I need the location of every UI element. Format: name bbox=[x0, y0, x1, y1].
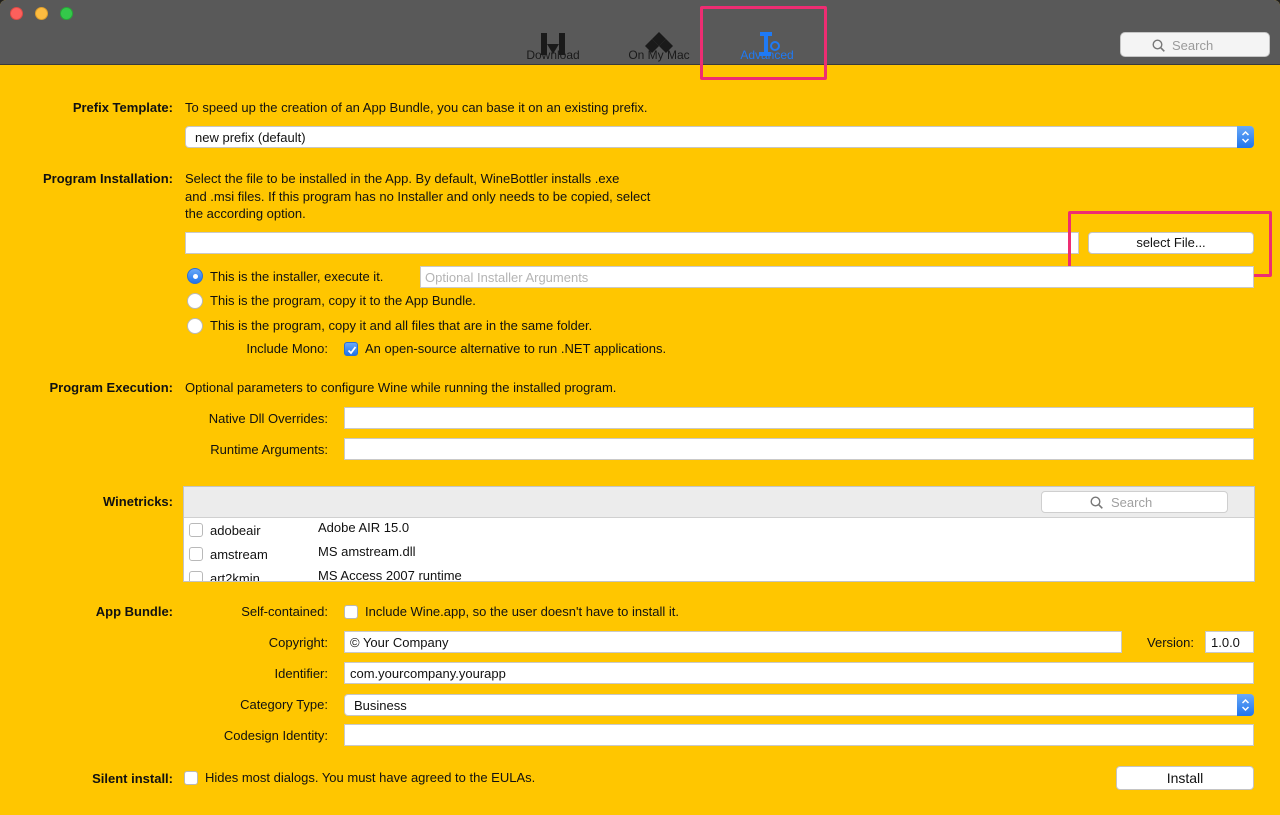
category-type-label: Category Type: bbox=[240, 697, 328, 712]
winetricks-table: Search adobeair Adobe AIR 15.0 amstream … bbox=[183, 486, 1255, 582]
winetricks-row-description: MS amstream.dll bbox=[318, 544, 416, 559]
self-contained-label: Self-contained: bbox=[241, 604, 328, 619]
winetricks-row-checkbox[interactable] bbox=[189, 523, 203, 537]
runtime-arguments-label: Runtime Arguments: bbox=[210, 442, 328, 457]
program-installation-description-line3: the according option. bbox=[185, 206, 306, 221]
winetricks-label: Winetricks: bbox=[103, 494, 173, 509]
dll-overrides-label: Native Dll Overrides: bbox=[208, 411, 328, 426]
winetricks-row[interactable]: art2kmin MS Access 2007 runtime bbox=[184, 567, 1254, 582]
version-field[interactable]: 1.0.0 bbox=[1205, 631, 1254, 653]
identifier-value: com.yourcompany.yourapp bbox=[350, 666, 506, 681]
winebottler-window: Download On My Mac Advanced Search Prefi… bbox=[0, 0, 1280, 815]
zoom-window-button[interactable] bbox=[60, 7, 73, 20]
toolbar: Download On My Mac Advanced Search bbox=[0, 0, 1280, 65]
winetricks-row-name: adobeair bbox=[210, 523, 261, 538]
toolbar-search-placeholder: Search bbox=[1172, 38, 1214, 53]
silent-install-label: Silent install: bbox=[92, 771, 173, 786]
copyright-field[interactable]: © Your Company bbox=[344, 631, 1122, 653]
search-icon bbox=[1090, 496, 1103, 509]
option-installer-label: This is the installer, execute it. bbox=[210, 269, 384, 284]
popup-arrows-icon bbox=[1237, 694, 1254, 716]
installer-file-path-field[interactable] bbox=[185, 232, 1079, 254]
include-mono-label: Include Mono: bbox=[246, 341, 328, 356]
option-copy-folder-label: This is the program, copy it and all fil… bbox=[210, 318, 593, 333]
identifier-field[interactable]: com.yourcompany.yourapp bbox=[344, 662, 1254, 684]
self-contained-checkbox[interactable] bbox=[344, 605, 358, 619]
copyright-label: Copyright: bbox=[268, 635, 328, 650]
program-installation-description-line2: and .msi files. If this program has no I… bbox=[185, 189, 651, 204]
silent-install-checkbox-label: Hides most dialogs. You must have agreed… bbox=[205, 770, 536, 785]
option-copy-folder-radio[interactable] bbox=[187, 318, 203, 334]
option-installer-radio[interactable] bbox=[187, 268, 203, 284]
silent-install-checkbox[interactable] bbox=[184, 771, 198, 785]
codesign-identity-field[interactable] bbox=[344, 724, 1254, 746]
program-execution-description: Optional parameters to configure Wine wh… bbox=[185, 380, 617, 395]
version-label: Version: bbox=[1147, 635, 1194, 650]
category-type-value: Business bbox=[354, 698, 407, 713]
toolbar-search-field[interactable]: Search bbox=[1120, 32, 1270, 57]
winetricks-row-name: art2kmin bbox=[210, 571, 260, 582]
installer-arguments-placeholder: Optional Installer Arguments bbox=[425, 270, 589, 285]
version-value: 1.0.0 bbox=[1211, 635, 1240, 650]
program-execution-label: Program Execution: bbox=[49, 380, 173, 395]
winetricks-row-description: Adobe AIR 15.0 bbox=[318, 520, 410, 535]
dll-overrides-field[interactable] bbox=[344, 407, 1254, 429]
tab-download-label: Download bbox=[526, 48, 580, 62]
winetricks-row-checkbox[interactable] bbox=[189, 547, 203, 561]
self-contained-checkbox-label: Include Wine.app, so the user doesn't ha… bbox=[365, 604, 679, 619]
include-mono-checkbox[interactable] bbox=[344, 342, 358, 356]
tab-advanced[interactable]: Advanced bbox=[725, 28, 809, 64]
program-installation-description-line1: Select the file to be installed in the A… bbox=[185, 171, 620, 186]
prefix-template-label: Prefix Template: bbox=[72, 100, 173, 115]
winetricks-row-name: amstream bbox=[210, 547, 268, 562]
winetricks-row[interactable]: adobeair Adobe AIR 15.0 bbox=[184, 519, 1254, 543]
installer-arguments-field[interactable]: Optional Installer Arguments bbox=[420, 266, 1254, 288]
option-copy-program-label: This is the program, copy it to the App … bbox=[210, 293, 476, 308]
codesign-identity-label: Codesign Identity: bbox=[223, 728, 328, 743]
close-window-button[interactable] bbox=[10, 7, 23, 20]
copyright-value: © Your Company bbox=[350, 635, 449, 650]
minimize-window-button[interactable] bbox=[35, 7, 48, 20]
tab-on-my-mac-label: On My Mac bbox=[628, 48, 690, 62]
tab-on-my-mac[interactable]: On My Mac bbox=[617, 28, 701, 64]
winetricks-table-header: Search bbox=[184, 487, 1254, 518]
winetricks-row-checkbox[interactable] bbox=[189, 571, 203, 581]
install-button[interactable]: Install bbox=[1116, 766, 1254, 790]
runtime-arguments-field[interactable] bbox=[344, 438, 1254, 460]
winetricks-row-description: MS Access 2007 runtime bbox=[318, 568, 462, 582]
program-installation-label: Program Installation: bbox=[42, 171, 173, 186]
app-bundle-label: App Bundle: bbox=[95, 604, 173, 619]
checkmark-icon bbox=[347, 346, 357, 355]
option-copy-program-radio[interactable] bbox=[187, 293, 203, 309]
winetricks-search-field[interactable]: Search bbox=[1041, 491, 1228, 513]
identifier-label: Identifier: bbox=[274, 666, 328, 681]
popup-arrows-icon bbox=[1237, 126, 1254, 148]
prefix-template-description: To speed up the creation of an App Bundl… bbox=[185, 100, 648, 115]
select-file-button[interactable]: select File... bbox=[1088, 232, 1254, 254]
tab-download[interactable]: Download bbox=[511, 28, 595, 64]
category-type-select[interactable]: Business bbox=[344, 694, 1254, 716]
include-mono-checkbox-label: An open-source alternative to run .NET a… bbox=[365, 341, 667, 356]
tab-advanced-label: Advanced bbox=[740, 48, 794, 62]
prefix-template-select[interactable]: new prefix (default) bbox=[185, 126, 1254, 148]
search-icon bbox=[1152, 39, 1165, 52]
prefix-template-value: new prefix (default) bbox=[195, 130, 306, 145]
winetricks-search-placeholder: Search bbox=[1111, 495, 1153, 510]
winetricks-row[interactable]: amstream MS amstream.dll bbox=[184, 543, 1254, 567]
